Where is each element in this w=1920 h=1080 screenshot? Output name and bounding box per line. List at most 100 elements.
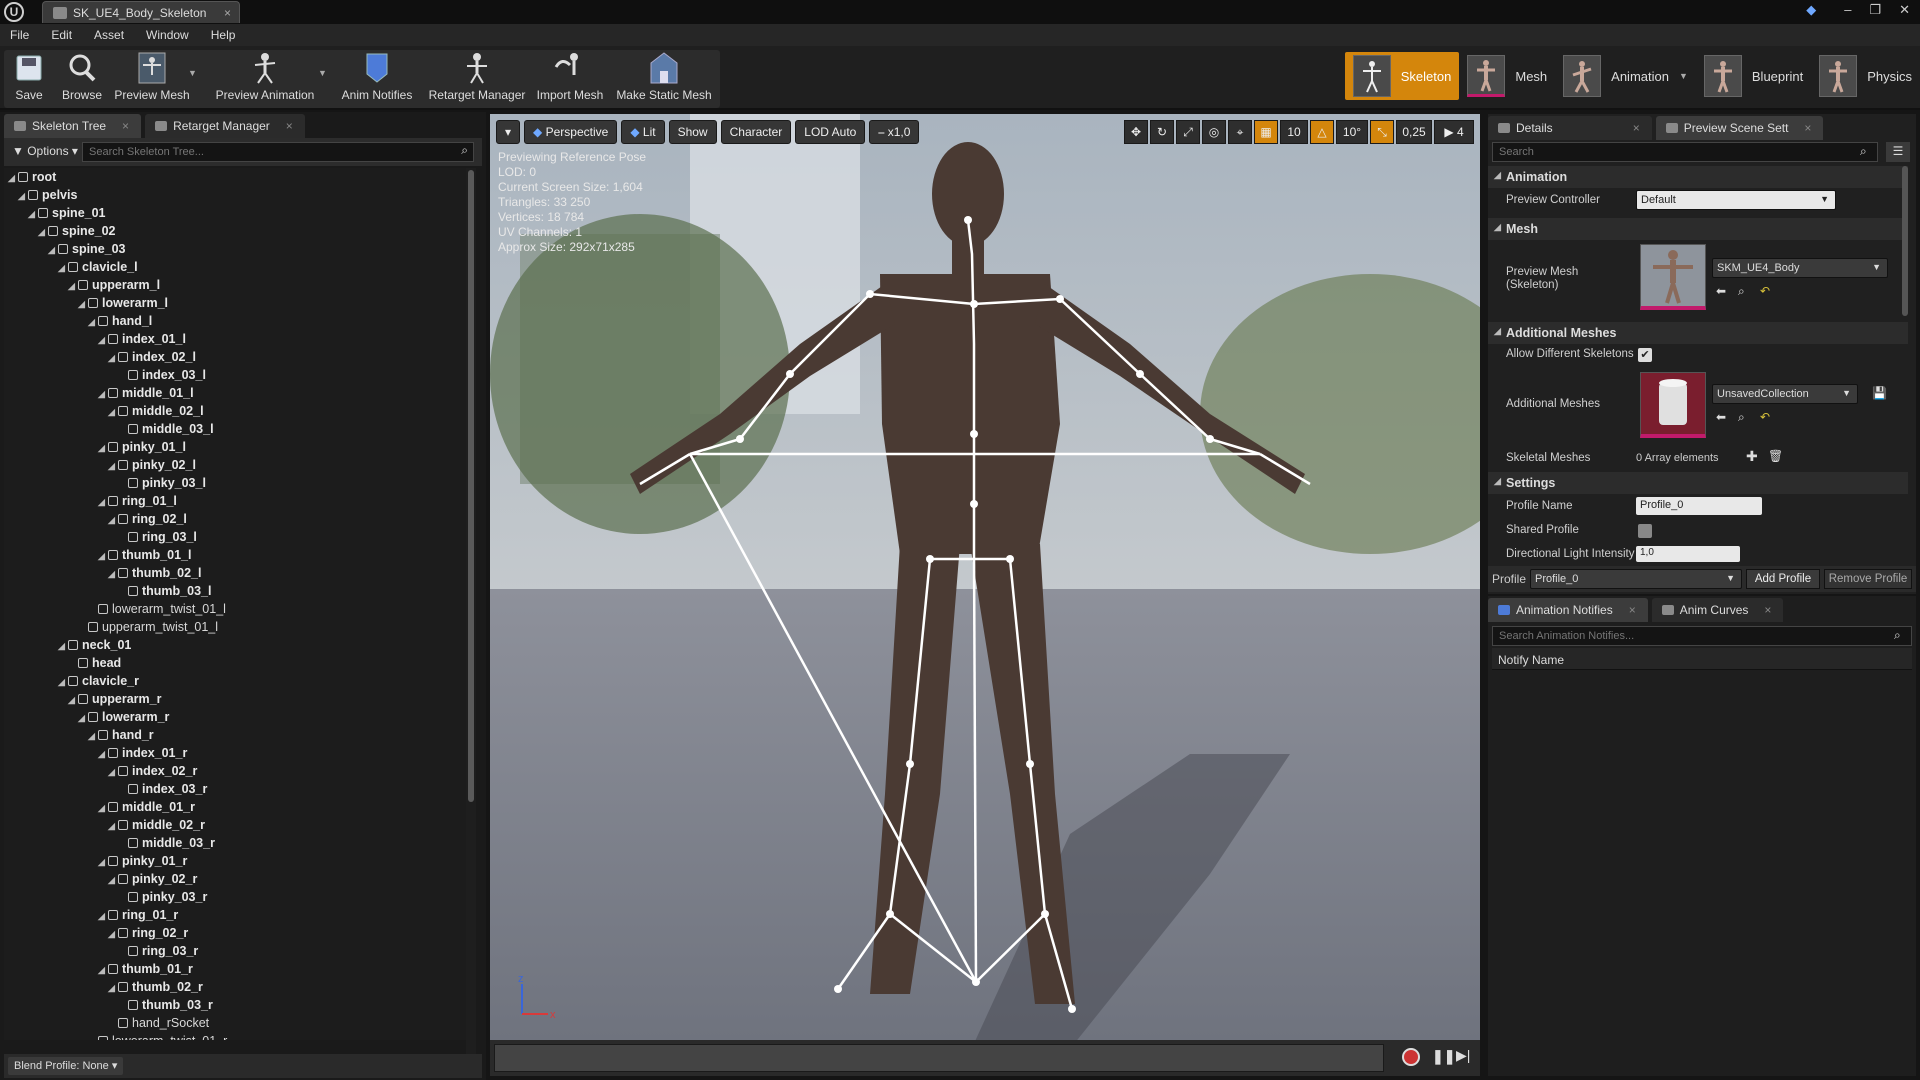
tree-row-neck-01[interactable]: ◢ neck_01 xyxy=(4,636,466,654)
tree-row-root[interactable]: ◢ root xyxy=(4,168,466,186)
tree-row-upperarm-l[interactable]: ◢ upperarm_l xyxy=(4,276,466,294)
tab-retarget-manager[interactable]: Retarget Manager × xyxy=(145,114,305,138)
close-tab-icon[interactable]: × xyxy=(1804,121,1811,135)
expand-arrow-icon[interactable]: ◢ xyxy=(98,385,108,403)
menu-window[interactable]: Window xyxy=(146,28,189,42)
scale-icon[interactable]: ⤢ xyxy=(1176,120,1200,144)
tree-row-thumb-01-r[interactable]: ◢ thumb_01_r xyxy=(4,960,466,978)
tree-row-thumb-01-l[interactable]: ◢ thumb_01_l xyxy=(4,546,466,564)
mode-physics[interactable]: Physics xyxy=(1811,52,1920,100)
tree-row-upperarm-twist-01-l[interactable]: upperarm_twist_01_l xyxy=(4,618,466,636)
expand-arrow-icon[interactable]: ◢ xyxy=(108,979,118,997)
tree-row-index-02-r[interactable]: ◢ index_02_r xyxy=(4,762,466,780)
tree-row-pelvis[interactable]: ◢ pelvis xyxy=(4,186,466,204)
tree-row-thumb-02-r[interactable]: ◢ thumb_02_r xyxy=(4,978,466,996)
expand-arrow-icon[interactable]: ◢ xyxy=(98,853,108,871)
tree-row-index-03-r[interactable]: index_03_r xyxy=(4,780,466,798)
tree-row-head[interactable]: head xyxy=(4,654,466,672)
profile-dropdown[interactable]: Profile_0 ▼ xyxy=(1530,569,1742,589)
document-tab[interactable]: SK_UE4_Body_Skeleton × xyxy=(42,1,240,23)
expand-arrow-icon[interactable]: ◢ xyxy=(98,907,108,925)
tree-scrollbar-thumb[interactable] xyxy=(468,170,474,802)
reset-icon[interactable]: ↶ xyxy=(1760,410,1770,424)
close-tab-icon[interactable]: × xyxy=(1764,603,1771,617)
expand-arrow-icon[interactable]: ◢ xyxy=(108,511,118,529)
pause-icon[interactable]: ❚❚ xyxy=(1432,1048,1455,1065)
show-button[interactable]: Show xyxy=(668,120,717,144)
tree-row-pinky-01-r[interactable]: ◢ pinky_01_r xyxy=(4,852,466,870)
anim-notifies-button[interactable]: Anim Notifies xyxy=(340,50,414,106)
menu-file[interactable]: File xyxy=(10,28,29,42)
additional-meshes-dropdown[interactable]: UnsavedCollection ▼ xyxy=(1712,384,1858,404)
tree-row-pinky-01-l[interactable]: ◢ pinky_01_l xyxy=(4,438,466,456)
record-icon[interactable] xyxy=(1402,1048,1420,1066)
rotation-snap-icon[interactable]: △ xyxy=(1310,120,1334,144)
use-selected-icon[interactable]: ⬅ xyxy=(1716,410,1726,424)
timeline-scrubber[interactable] xyxy=(494,1044,1384,1072)
expand-arrow-icon[interactable]: ◢ xyxy=(98,331,108,349)
tree-row-pinky-03-l[interactable]: pinky_03_l xyxy=(4,474,466,492)
notify-name-column-header[interactable]: Notify Name xyxy=(1492,648,1912,670)
tree-row-index-01-r[interactable]: ◢ index_01_r xyxy=(4,744,466,762)
use-selected-icon[interactable]: ⬅ xyxy=(1716,284,1726,298)
menu-help[interactable]: Help xyxy=(211,28,236,42)
close-tab-icon[interactable]: × xyxy=(286,119,293,133)
tab-animation-notifies[interactable]: Animation Notifies × xyxy=(1488,598,1648,622)
step-forward-icon[interactable]: ▶| xyxy=(1456,1047,1470,1064)
view-options-icon[interactable]: ☰ xyxy=(1886,142,1910,162)
allow-different-skeletons-checkbox[interactable]: ✔ xyxy=(1638,348,1652,362)
notification-icon[interactable]: ◆ xyxy=(1806,2,1816,18)
expand-arrow-icon[interactable]: ◢ xyxy=(68,691,78,709)
expand-arrow-icon[interactable]: ◢ xyxy=(108,925,118,943)
expand-arrow-icon[interactable]: ◢ xyxy=(98,799,108,817)
grid-snap-value[interactable]: 10 xyxy=(1280,120,1308,144)
make-static-mesh-button[interactable]: Make Static Mesh xyxy=(614,50,714,106)
browse-button[interactable]: Browse xyxy=(60,50,104,106)
minimize-icon[interactable]: – xyxy=(1844,2,1851,18)
tree-row-pinky-02-r[interactable]: ◢ pinky_02_r xyxy=(4,870,466,888)
retarget-manager-button[interactable]: Retarget Manager xyxy=(429,50,525,106)
expand-arrow-icon[interactable]: ◢ xyxy=(98,547,108,565)
preview-controller-dropdown[interactable]: Default ▼ xyxy=(1636,190,1836,210)
rotation-snap-value[interactable]: 10° xyxy=(1336,120,1368,144)
tree-row-lowerarm-r[interactable]: ◢ lowerarm_r xyxy=(4,708,466,726)
delete-elements-icon[interactable]: 🗑 xyxy=(1768,449,1783,463)
viewport-options-button[interactable]: ▾ xyxy=(496,120,521,144)
scale-snap-icon[interactable]: ⤡ xyxy=(1370,120,1394,144)
tree-row-ring-01-l[interactable]: ◢ ring_01_l xyxy=(4,492,466,510)
character-button[interactable]: Character xyxy=(720,120,792,144)
expand-arrow-icon[interactable]: ◢ xyxy=(98,961,108,979)
perspective-button[interactable]: ◆ Perspective xyxy=(524,120,618,144)
animation-section-header[interactable]: ◢ Animation xyxy=(1488,166,1908,188)
tree-row-ring-03-r[interactable]: ring_03_r xyxy=(4,942,466,960)
add-element-icon[interactable]: ✚ xyxy=(1746,448,1758,465)
expand-arrow-icon[interactable]: ◢ xyxy=(108,457,118,475)
browse-asset-icon[interactable]: ⌕ xyxy=(1738,284,1745,299)
expand-arrow-icon[interactable]: ◢ xyxy=(108,763,118,781)
world-space-icon[interactable]: ◎ xyxy=(1202,120,1226,144)
scale-snap-value[interactable]: 0,25 xyxy=(1396,120,1432,144)
tree-row-middle-03-l[interactable]: middle_03_l xyxy=(4,420,466,438)
expand-arrow-icon[interactable]: ◢ xyxy=(58,637,68,655)
expand-arrow-icon[interactable]: ◢ xyxy=(58,259,68,277)
additional-meshes-section-header[interactable]: ◢ Additional Meshes xyxy=(1488,322,1908,344)
tab-preview-scene-settings[interactable]: Preview Scene Sett × xyxy=(1655,116,1824,140)
close-tab-icon[interactable]: × xyxy=(1633,121,1640,135)
expand-arrow-icon[interactable]: ◢ xyxy=(108,817,118,835)
tree-row-index-01-l[interactable]: ◢ index_01_l xyxy=(4,330,466,348)
expand-arrow-icon[interactable]: ◢ xyxy=(98,745,108,763)
camera-speed-button[interactable]: ▶ 4 xyxy=(1434,120,1474,144)
tree-row-middle-01-l[interactable]: ◢ middle_01_l xyxy=(4,384,466,402)
save-button[interactable]: Save xyxy=(10,50,48,106)
tree-row-upperarm-r[interactable]: ◢ upperarm_r xyxy=(4,690,466,708)
tab-details[interactable]: Details × xyxy=(1488,116,1652,140)
directional-light-input[interactable]: 1,0 xyxy=(1636,546,1740,562)
tree-row-hand-r[interactable]: ◢ hand_r xyxy=(4,726,466,744)
tree-row-index-03-l[interactable]: index_03_l xyxy=(4,366,466,384)
tree-row-ring-02-r[interactable]: ◢ ring_02_r xyxy=(4,924,466,942)
expand-arrow-icon[interactable]: ◢ xyxy=(98,439,108,457)
tree-row-hand-rsocket[interactable]: hand_rSocket xyxy=(4,1014,466,1032)
preview-animation-dropdown-icon[interactable]: ▼ xyxy=(318,68,327,78)
tree-row-index-02-l[interactable]: ◢ index_02_l xyxy=(4,348,466,366)
expand-arrow-icon[interactable]: ◢ xyxy=(58,673,68,691)
